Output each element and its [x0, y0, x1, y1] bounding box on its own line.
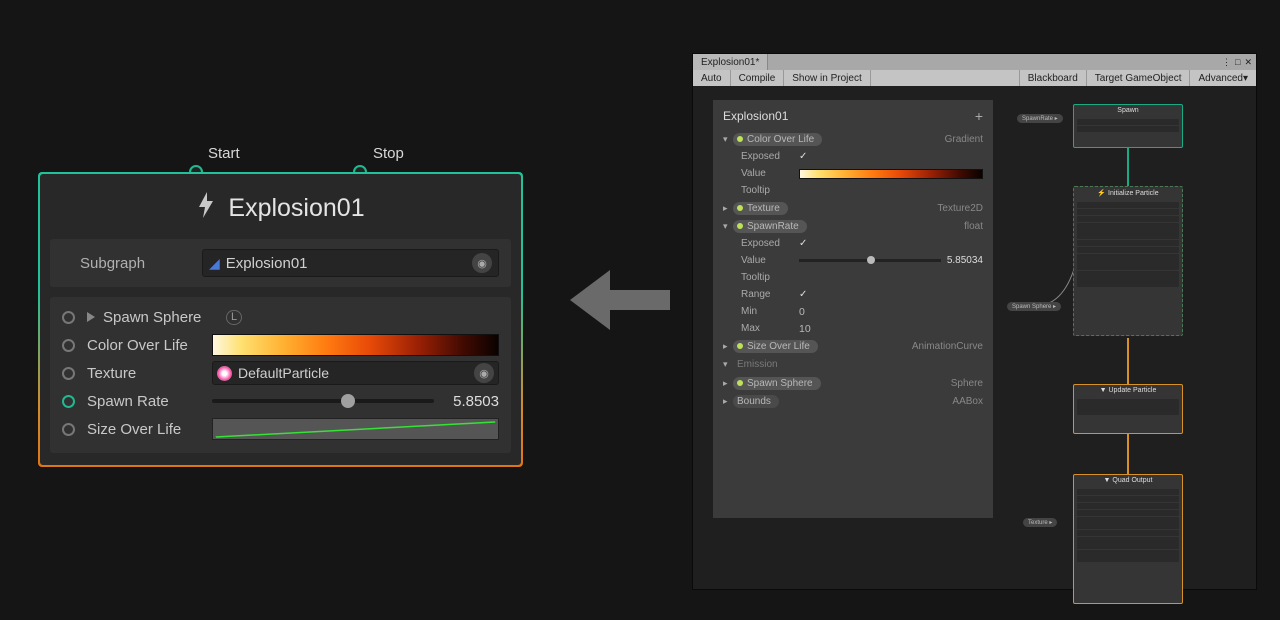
type-label: Gradient — [945, 134, 983, 145]
prop-label: Spawn Sphere — [103, 309, 228, 326]
window-maximize-icon[interactable]: □ — [1235, 57, 1240, 67]
blackboard-button[interactable]: Blackboard — [1019, 70, 1086, 86]
exposed-checkbox[interactable]: ✓ — [799, 238, 807, 249]
min-value[interactable]: 0 — [799, 306, 805, 318]
blackboard-header: Explosion01 + — [713, 100, 993, 130]
bb-item-texture[interactable]: ▸ Texture Texture2D — [713, 199, 993, 217]
subgraph-field[interactable]: ◢ Explosion01 ◉ — [202, 249, 499, 277]
window-controls: ⋮ □ ✕ — [1222, 54, 1256, 70]
window-menu-icon[interactable]: ⋮ — [1222, 57, 1231, 68]
object-picker-icon[interactable]: ◉ — [474, 363, 494, 383]
range-checkbox[interactable]: ✓ — [799, 289, 807, 300]
spawn-rate-value[interactable]: 5.8503 — [444, 393, 499, 410]
blackboard-panel: Explosion01 + ▾ Color Over Life Gradient… — [713, 100, 993, 518]
gradient-field[interactable] — [799, 169, 983, 179]
bb-item-spawn-rate[interactable]: ▾ SpawnRate float — [713, 217, 993, 235]
exposed-checkbox[interactable]: ✓ — [799, 151, 807, 162]
port-ring-icon[interactable] — [62, 339, 75, 352]
prop-texture[interactable]: Texture DefaultParticle ◉ — [62, 359, 499, 387]
window-close-icon[interactable]: ✕ — [1244, 57, 1252, 68]
bb-item-bounds[interactable]: ▸ Bounds AABox — [713, 392, 993, 410]
fold-icon[interactable]: ▸ — [723, 203, 733, 214]
compile-button[interactable]: Compile — [731, 70, 785, 86]
gradient-field[interactable] — [212, 334, 499, 356]
fold-icon[interactable]: ▾ — [723, 221, 733, 232]
port-ring-icon[interactable] — [62, 395, 75, 408]
fold-icon[interactable]: ▸ — [723, 341, 733, 352]
prop-size-over-life[interactable]: Size Over Life — [62, 415, 499, 443]
node-header: Explosion01 — [50, 184, 511, 239]
fold-icon[interactable]: ▸ — [723, 378, 733, 389]
port-ring-icon[interactable] — [62, 311, 75, 324]
output-node[interactable]: ▼ Quad Output — [1073, 474, 1183, 604]
bb-item-color-over-life[interactable]: ▾ Color Over Life Gradient — [713, 130, 993, 148]
graph-canvas[interactable]: SpawnRate ▸ Spawn ⚡ Initialize Particle … — [993, 86, 1256, 589]
slider-thumb[interactable] — [341, 394, 355, 408]
property-list: Spawn Sphere L Color Over Life Texture D… — [50, 297, 511, 453]
object-picker-icon[interactable]: ◉ — [472, 253, 492, 273]
auto-button[interactable]: Auto — [693, 70, 731, 86]
node-frame[interactable]: Explosion01 Subgraph ◢ Explosion01 ◉ Spa… — [38, 172, 523, 467]
fold-icon[interactable]: ▾ — [723, 134, 733, 145]
local-badge-icon: L — [226, 310, 242, 325]
expand-icon[interactable] — [87, 312, 95, 322]
port-ring-icon[interactable] — [62, 423, 75, 436]
prop-label: Color Over Life — [87, 337, 212, 354]
port-start-label: Start — [208, 145, 240, 162]
texture-field[interactable]: DefaultParticle ◉ — [212, 361, 499, 385]
spawn-rate-slider[interactable]: 5.8503 — [212, 393, 499, 410]
window-tab[interactable]: Explosion01* — [693, 54, 768, 70]
fold-icon[interactable]: ▸ — [723, 396, 733, 407]
subgraph-row: Subgraph ◢ Explosion01 ◉ — [50, 239, 511, 287]
add-property-icon[interactable]: + — [975, 108, 983, 124]
subgraph-node: Start Stop Explosion01 Subgraph ◢ Explos… — [38, 145, 523, 467]
exposed-pill[interactable]: Spawn Sphere ▸ — [1007, 302, 1061, 311]
prop-spawn-rate[interactable]: Spawn Rate 5.8503 — [62, 387, 499, 415]
blackboard-title: Explosion01 — [723, 109, 788, 123]
bolt-icon — [196, 192, 216, 225]
exposed-pill[interactable]: Texture ▸ — [1023, 518, 1057, 527]
vfx-asset-icon: ◢ — [209, 255, 220, 272]
subgraph-value: Explosion01 — [226, 255, 472, 272]
bb-item-size-over-life[interactable]: ▸ Size Over Life AnimationCurve — [713, 337, 993, 355]
initialize-node[interactable]: ⚡ Initialize Particle — [1073, 186, 1183, 336]
prop-label: Texture — [87, 365, 212, 382]
vfx-editor-window: Explosion01* ⋮ □ ✕ Auto Compile Show in … — [692, 53, 1257, 590]
prop-spawn-sphere[interactable]: Spawn Sphere L — [62, 303, 499, 331]
advanced-button[interactable]: Advanced▾ — [1189, 70, 1256, 86]
prop-color-over-life[interactable]: Color Over Life — [62, 331, 499, 359]
texture-swatch-icon — [217, 366, 232, 381]
subgraph-label: Subgraph — [62, 255, 202, 272]
curve-field[interactable] — [212, 418, 499, 440]
window-tab-bar: Explosion01* ⋮ □ ✕ — [693, 54, 1256, 70]
slider-thumb[interactable] — [867, 256, 875, 264]
bb-item-spawn-sphere[interactable]: ▸ Spawn Sphere Sphere — [713, 374, 993, 392]
texture-value: DefaultParticle — [238, 365, 474, 381]
show-in-project-button[interactable]: Show in Project — [784, 70, 870, 86]
node-title: Explosion01 — [228, 194, 364, 223]
target-gameobject-button[interactable]: Target GameObject — [1086, 70, 1190, 86]
port-ring-icon[interactable] — [62, 367, 75, 380]
spawn-node[interactable]: Spawn — [1073, 104, 1183, 148]
port-stop-label: Stop — [373, 145, 404, 162]
prop-label: Size Over Life — [87, 421, 212, 438]
update-node[interactable]: ▼ Update Particle — [1073, 384, 1183, 434]
toolbar: Auto Compile Show in Project Blackboard … — [693, 70, 1256, 86]
emission-section[interactable]: ▾Emission — [713, 355, 993, 374]
arrow-icon — [570, 270, 670, 333]
prop-label: Spawn Rate — [87, 393, 212, 410]
max-value[interactable]: 10 — [799, 323, 811, 335]
exposed-pill[interactable]: SpawnRate ▸ — [1017, 114, 1063, 123]
spawn-rate-slider[interactable]: 5.85034 — [799, 255, 983, 266]
